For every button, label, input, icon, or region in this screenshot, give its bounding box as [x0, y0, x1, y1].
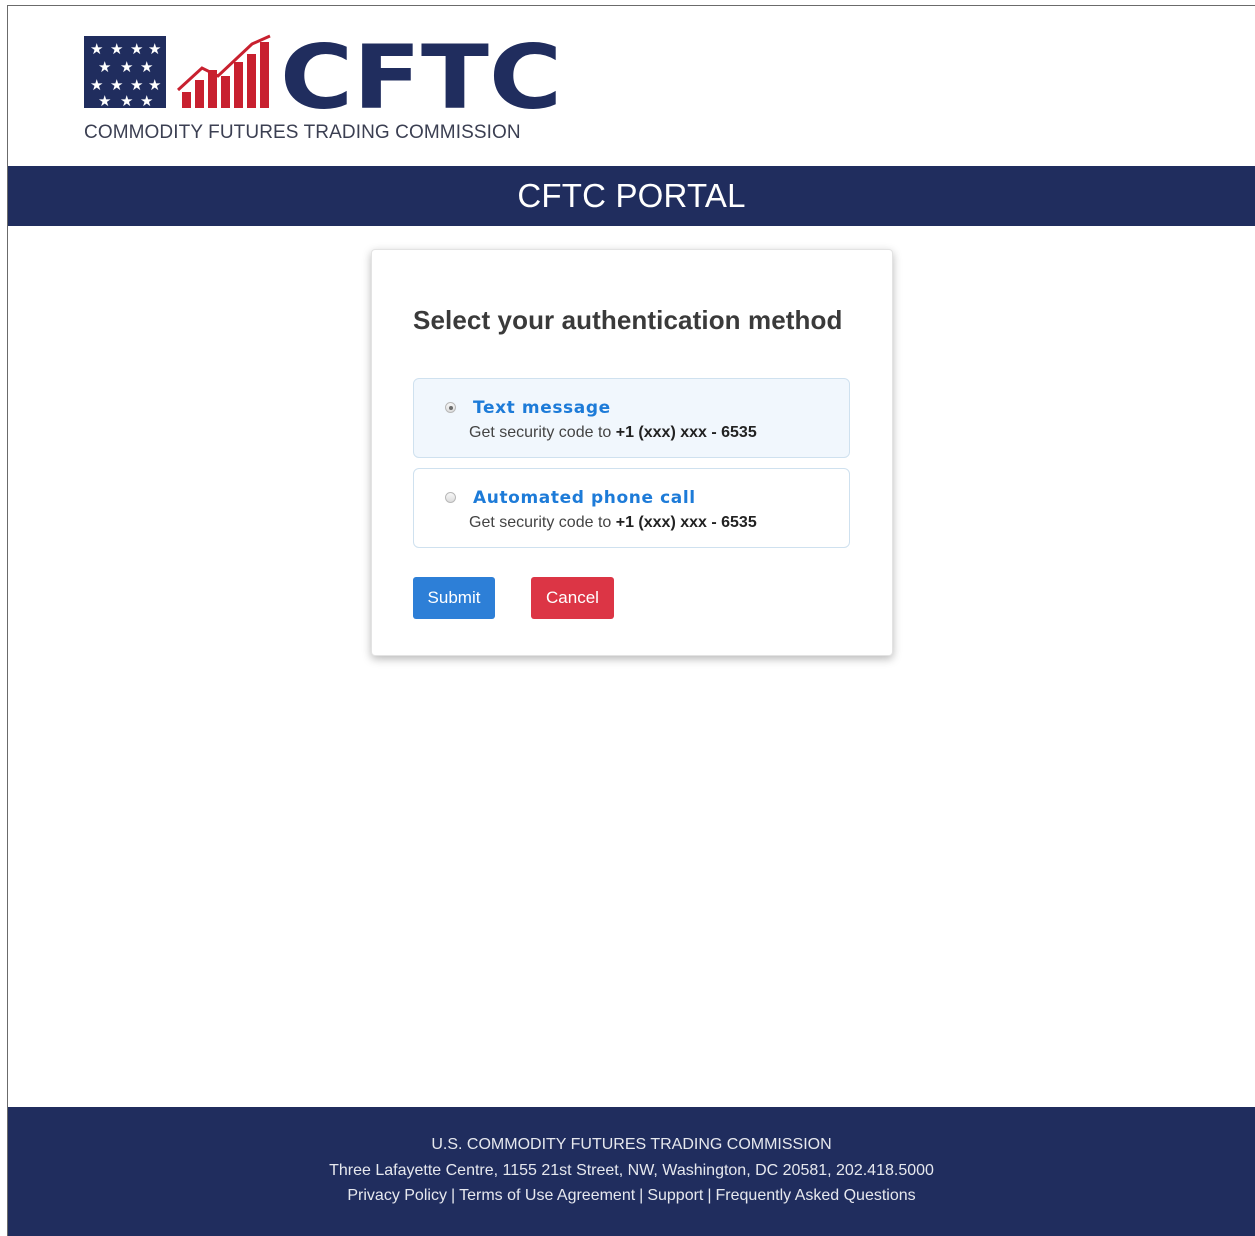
svg-text:★: ★	[90, 40, 103, 58]
option-description: Get security code to +1 (xxx) xxx - 6535	[469, 514, 757, 532]
svg-text:★: ★	[120, 92, 133, 110]
portal-banner: CFTC PORTAL	[8, 166, 1255, 226]
footer-separator: |	[639, 1187, 644, 1204]
option-label: Automated phone call	[473, 488, 696, 508]
auth-method-card: Select your authentication method Text m…	[371, 249, 893, 656]
svg-text:★: ★	[110, 40, 123, 58]
privacy-policy-link[interactable]: Privacy Policy	[347, 1187, 447, 1204]
logo-graphic-icon: ★ ★ ★ ★ ★ ★ ★ ★ ★ ★ ★ ★ ★ ★ CFTC	[84, 34, 562, 118]
footer-separator: |	[450, 1187, 456, 1204]
svg-text:★: ★	[120, 58, 133, 76]
radio-icon[interactable]	[445, 492, 456, 503]
logo-subtitle: COMMODITY FUTURES TRADING COMMISSION	[84, 122, 521, 143]
footer-separator: |	[707, 1187, 712, 1204]
option-description: Get security code to +1 (xxx) xxx - 6535	[469, 424, 757, 442]
option-desc-prefix: Get security code to	[469, 424, 616, 441]
svg-text:★: ★	[140, 92, 153, 110]
svg-text:★: ★	[98, 58, 111, 76]
option-phone: +1 (xxx) xxx - 6535	[615, 514, 757, 531]
faq-link[interactable]: Frequently Asked Questions	[716, 1187, 916, 1204]
option-label: Text message	[473, 398, 611, 418]
page-frame: ★ ★ ★ ★ ★ ★ ★ ★ ★ ★ ★ ★ ★ ★ CFTC COMMODITY FUTURES…	[7, 5, 1255, 1236]
terms-of-use-link[interactable]: Terms of Use Agreement	[459, 1187, 635, 1204]
footer-links: Privacy Policy | Terms of Use Agreement | Su…	[8, 1187, 1255, 1205]
option-phone: +1 (xxx) xxx - 6535	[615, 424, 757, 441]
svg-text:★: ★	[140, 58, 153, 76]
footer-org: U.S. COMMODITY FUTURES TRADING COMMISSIO…	[431, 1136, 832, 1153]
svg-text:★: ★	[148, 40, 161, 58]
cancel-button[interactable]: Cancel	[531, 577, 614, 619]
option-phone-call[interactable]: Automated phone call Get security code t…	[413, 468, 850, 548]
site-footer: U.S. COMMODITY FUTURES TRADING COMMISSIO…	[8, 1107, 1255, 1236]
logo-wordmark: CFTC	[280, 34, 562, 118]
option-text-message[interactable]: Text message Get security code to +1 (xx…	[413, 378, 850, 458]
support-link[interactable]: Support	[647, 1187, 703, 1204]
svg-text:★: ★	[98, 92, 111, 110]
card-title: Select your authentication method	[413, 305, 843, 335]
submit-button[interactable]: Submit	[413, 577, 495, 619]
svg-text:★: ★	[130, 40, 143, 58]
radio-icon[interactable]	[445, 402, 456, 413]
footer-address: Three Lafayette Centre, 1155 21st Street…	[329, 1162, 934, 1179]
cftc-logo[interactable]: ★ ★ ★ ★ ★ ★ ★ ★ ★ ★ ★ ★ ★ ★ CFTC COMMODITY FUTURES…	[84, 34, 564, 146]
option-desc-prefix: Get security code to	[469, 514, 616, 531]
banner-title: CFTC PORTAL	[517, 177, 746, 214]
